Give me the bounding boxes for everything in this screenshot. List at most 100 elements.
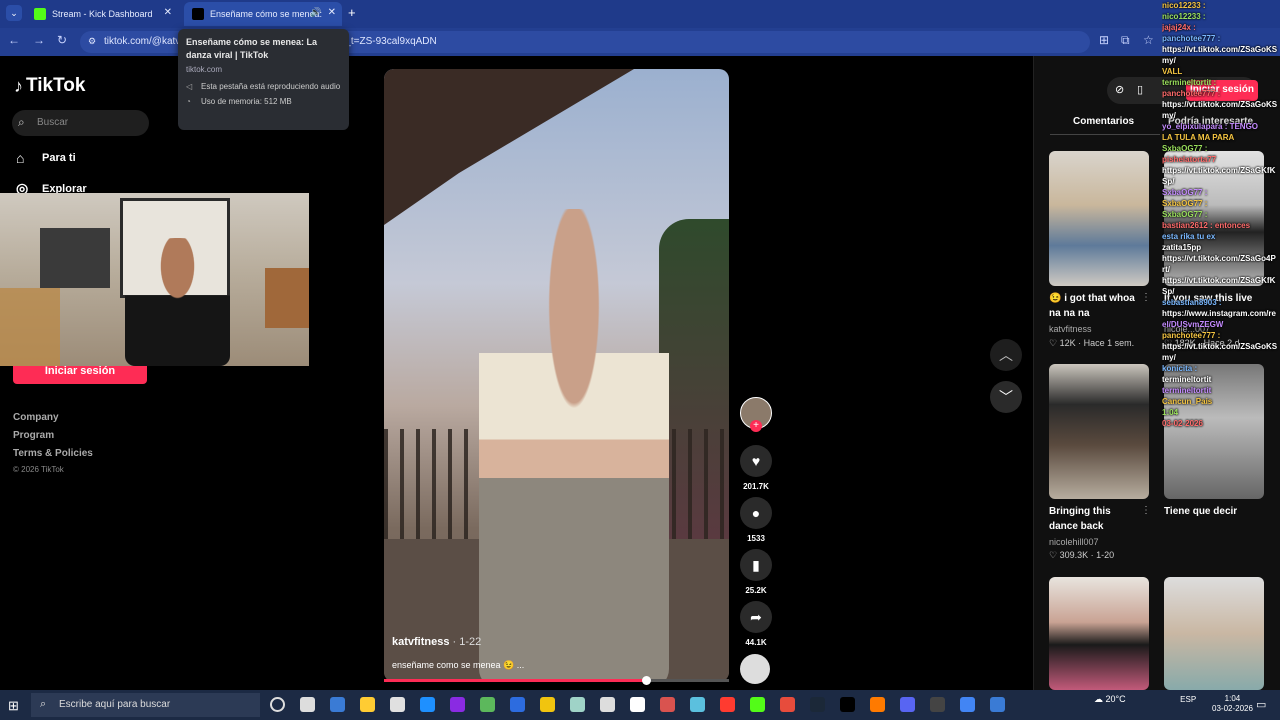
kick-icon[interactable] [750,697,765,712]
app-icon[interactable] [480,697,495,712]
tooltip-domain: tiktok.com [186,65,223,74]
opera-icon[interactable] [660,697,675,712]
recommended-author[interactable]: katvfitness [1049,324,1092,334]
chat-message: 03-02-2026 [1162,419,1203,428]
chrome-icon[interactable] [960,697,975,712]
video-player[interactable]: katvfitness · 1-22 enseñame como se mene… [384,69,729,682]
capcut-icon[interactable] [600,697,615,712]
recommended-thumbnail[interactable] [1049,577,1149,690]
notifications-icon[interactable]: ▭ [1256,698,1266,711]
chat-message: SxbaOG77 : [1162,199,1208,208]
video-progress-bar[interactable] [384,676,729,685]
more-icon[interactable]: ⋮ [1141,292,1151,303]
tab-title: Enseñame cómo se menea: [210,9,323,19]
recommended-title[interactable]: Bringing this dance back [1049,504,1139,534]
more-icon[interactable]: ⋮ [1141,505,1151,516]
close-tab-icon[interactable]: ✕ [328,7,336,18]
like-button[interactable]: ♥ [740,445,772,477]
video-progress-handle[interactable] [642,676,652,685]
chat-message: https://www.instagram.com/re [1162,309,1276,318]
chevron-up-icon: ︿ [999,347,1013,363]
notepad-icon[interactable] [390,697,405,712]
forward-icon[interactable]: → [33,33,45,47]
speaker-icon: ◁ [186,82,193,91]
site-info-icon[interactable]: ⚙ [88,36,96,47]
logo-text: TikTok [26,75,86,96]
chrome-icon[interactable] [990,697,1005,712]
recommended-title[interactable]: 😉 i got that whoa na na na [1049,291,1139,321]
share-icon: ➦ [750,608,762,625]
recommended-thumbnail[interactable] [1049,151,1149,286]
chat-message: panchotee777 : [1162,89,1221,98]
search-input[interactable]: ⌕ Buscar [12,110,149,136]
footer-link-terms[interactable]: Terms & Policies [13,448,93,459]
tab-tiktok[interactable]: Enseñame cómo se menea: 🔊 ✕ [184,2,342,26]
speaker-icon[interactable]: 🔊 [310,7,321,18]
previous-video-button[interactable]: ︿ [990,339,1022,371]
close-tab-icon[interactable]: ✕ [164,7,172,18]
recommended-thumbnail[interactable] [1049,364,1149,499]
taskbar-search[interactable]: ⌕ Escribe aquí para buscar [31,693,260,717]
music-disc[interactable] [740,654,770,684]
app-icon[interactable] [780,697,795,712]
share-count: 44.1K [745,638,767,647]
chat-message: https://vt.tiktok.com/ZSaGoKS [1162,45,1278,54]
app-icon[interactable] [510,697,525,712]
language-indicator[interactable]: ESP [1180,695,1196,704]
tiktok-icon[interactable] [630,697,645,712]
tab-comentarios[interactable]: Comentarios [1073,116,1134,127]
share-button[interactable]: ➦ [740,601,772,633]
kick-icon [34,8,46,20]
recommended-author[interactable]: nicolehill007 [1049,537,1099,547]
sidebar-item-para-ti[interactable]: ⌂ Para ti [16,150,76,166]
chat-message: termineltortit [1162,375,1212,384]
chat-message: Sp/ [1162,177,1175,186]
footer-link-program[interactable]: Program [13,430,54,441]
app-icon[interactable] [870,697,885,712]
explorer-icon[interactable] [360,697,375,712]
tiktok-logo[interactable]: ♪ TikTok [14,75,85,97]
chat-message: panchotee777 : [1162,331,1221,340]
discord-icon[interactable] [900,697,915,712]
tab-search-icon[interactable]: ⌄ [6,5,22,21]
windows-taskbar: ⊞ ⌕ Escribe aquí para buscar ☁ 20°C ESP … [0,690,1280,720]
weather-temp: 20°C [1105,694,1126,704]
zoom-icon[interactable] [420,697,435,712]
follow-plus-icon[interactable]: + [750,420,762,432]
device-icon[interactable]: ▯ [1137,83,1143,96]
tiktok-note-icon: ♪ [14,75,23,96]
bookmark-star-icon[interactable]: ☆ [1143,33,1154,47]
chevron-down-icon: ﹀ [999,389,1013,405]
edge-icon[interactable] [330,697,345,712]
browser-tab-bar: ⌄ Stream - Kick Dashboard ✕ Enseñame cóm… [0,0,1280,28]
widgets-icon[interactable] [300,697,315,712]
footer-link-company[interactable]: Company [13,412,59,423]
coins-icon[interactable]: ⊘ [1115,83,1124,96]
obs-icon[interactable] [930,697,945,712]
task-view-icon[interactable] [270,697,285,712]
taskbar-search-placeholder: Escribe aquí para buscar [59,699,171,710]
video-author[interactable]: katvfitness · 1-22 [392,636,481,648]
app-icon[interactable] [720,697,735,712]
app-icon[interactable] [690,697,705,712]
next-video-button[interactable]: ﹀ [990,381,1022,413]
comment-count: 1533 [747,534,765,543]
steam-icon[interactable] [810,697,825,712]
translate-icon[interactable]: ⊞ [1099,33,1109,47]
reload-icon[interactable]: ↻ [57,33,67,47]
tiktok-icon[interactable] [840,697,855,712]
clock[interactable]: 1:04 03-02-2026 [1212,694,1253,714]
back-icon[interactable]: ← [8,33,20,47]
chat-message: zatita15pp [1162,243,1202,252]
app-icon[interactable] [570,697,585,712]
chat-message: esta rika tu ex [1162,232,1216,241]
comment-button[interactable]: ● [740,497,772,529]
windows-start-icon[interactable]: ⊞ [8,698,19,714]
chat-message: sebastian8903 : [1162,298,1222,307]
install-icon[interactable]: ⧉ [1121,33,1130,48]
save-button[interactable]: ▮ [740,549,772,581]
sticky-notes-icon[interactable] [540,697,555,712]
twitch-icon[interactable] [450,697,465,712]
new-tab-button[interactable]: + [348,5,356,20]
tab-kick-dashboard[interactable]: Stream - Kick Dashboard ✕ [26,2,178,26]
